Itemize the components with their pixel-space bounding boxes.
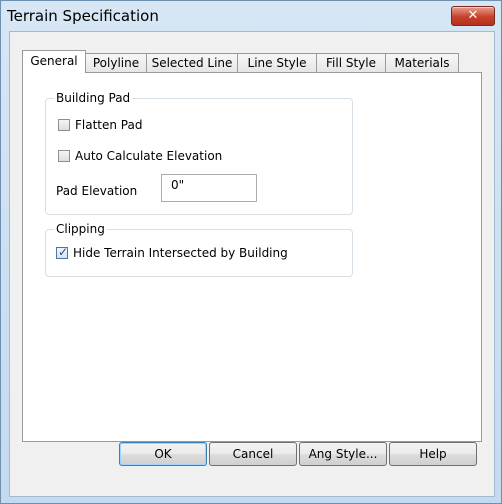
auto-calculate-elevation-checkbox[interactable]: Auto Calculate Elevation (58, 148, 222, 164)
flatten-pad-label: Flatten Pad (75, 118, 143, 132)
building-pad-group: Building Pad Flatten Pad Auto Calculate … (45, 91, 353, 215)
title-bar[interactable]: Terrain Specification ✕ (1, 1, 501, 31)
tab-fill-style[interactable]: Fill Style (316, 53, 386, 72)
hide-terrain-checkbox[interactable]: ✓ Hide Terrain Intersected by Building (56, 245, 288, 261)
tab-selected-line[interactable]: Selected Line (146, 53, 238, 72)
tab-materials[interactable]: Materials (385, 53, 459, 72)
tab-polyline[interactable]: Polyline (85, 53, 147, 72)
auto-calculate-elevation-label: Auto Calculate Elevation (75, 149, 223, 163)
tab-line-style[interactable]: Line Style (237, 53, 317, 72)
window-title: Terrain Specification (7, 7, 159, 25)
hide-terrain-box[interactable]: ✓ (56, 245, 69, 259)
building-pad-group-label: Building Pad (54, 91, 133, 105)
help-button[interactable]: Help (389, 442, 477, 466)
close-icon: ✕ (467, 8, 479, 23)
pad-elevation-input[interactable]: 0" (161, 174, 257, 202)
clipping-group-label: Clipping (54, 222, 107, 236)
close-button[interactable]: ✕ (451, 6, 495, 26)
ok-button[interactable]: OK (119, 442, 207, 466)
hide-terrain-label: Hide Terrain Intersected by Building (73, 246, 288, 260)
tab-general[interactable]: General (22, 50, 86, 73)
flatten-pad-checkbox[interactable]: Flatten Pad (58, 117, 142, 133)
auto-calculate-elevation-box[interactable] (58, 150, 70, 162)
cancel-button[interactable]: Cancel (209, 442, 297, 466)
flatten-pad-box[interactable] (58, 119, 70, 131)
general-tab-panel: Building Pad Flatten Pad Auto Calculate … (22, 72, 482, 442)
pad-elevation-label: Pad Elevation (56, 184, 138, 198)
clipping-group: Clipping ✓ Hide Terrain Intersected by B… (45, 222, 353, 277)
ang-style-button[interactable]: Ang Style... (299, 442, 387, 466)
checkmark-icon: ✓ (58, 245, 69, 259)
dialog-window: Terrain Specification ✕ General Polyline… (0, 0, 502, 504)
dialog-client-area: General Polyline Selected Line Line Styl… (9, 31, 495, 497)
